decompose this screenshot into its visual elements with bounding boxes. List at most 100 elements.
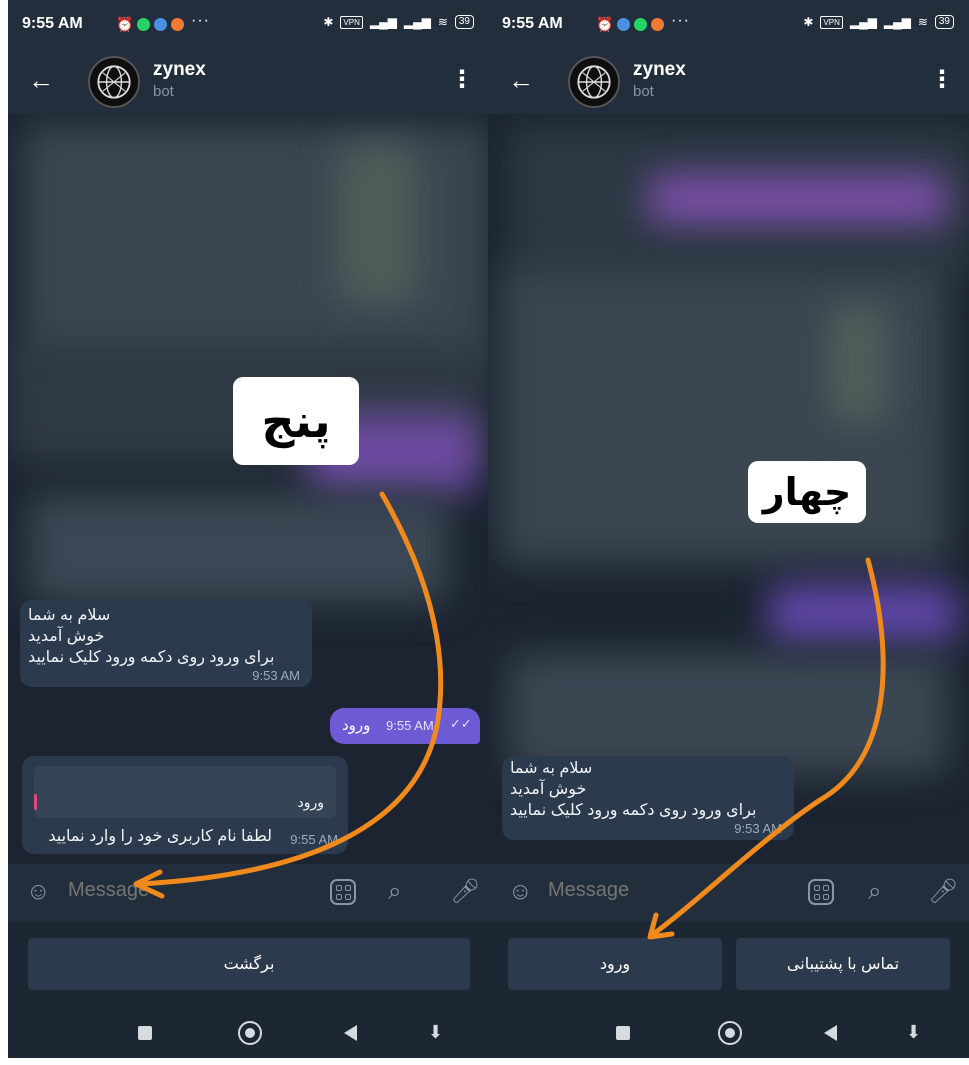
app-icon — [154, 18, 168, 31]
blurred-content — [648, 174, 948, 224]
quoted-reply[interactable]: ورود — [34, 766, 336, 818]
signal-icon: ▂▄▆ — [369, 15, 397, 29]
quote-accent-bar — [34, 794, 37, 810]
chat-header: ← zynex bot ⋮ — [8, 50, 490, 114]
bot-keyboard: ورود تماس با پشتیبانی — [488, 922, 969, 1008]
message-time: 9:53 AM — [252, 668, 300, 683]
message-input[interactable] — [548, 879, 778, 902]
bot-keyboard-icon[interactable] — [808, 879, 834, 905]
status-bar: 9:55 AM ⏰ ··· ✱ VPN ▂▄▆ ▂▄▆ ≋ 39 — [8, 0, 490, 50]
chat-header: ← zynex bot ⋮ — [488, 50, 969, 114]
keyboard-button-back[interactable]: برگشت — [28, 938, 470, 990]
kebab-menu-icon[interactable]: ⋮ — [930, 66, 954, 94]
nav-back-icon[interactable] — [344, 1025, 357, 1041]
keyboard-button-label: ورود — [599, 956, 631, 973]
annotation-label-text: پنج — [261, 394, 331, 448]
bluetooth-icon: ✱ — [803, 15, 814, 29]
more-notifications-icon: ··· — [671, 12, 690, 29]
status-time: 9:55 AM — [22, 15, 83, 32]
emoji-icon[interactable]: ☺ — [26, 878, 51, 906]
battery-icon: 39 — [934, 15, 954, 29]
status-time: 9:55 AM — [502, 15, 563, 32]
keyboard-button-support[interactable]: تماس با پشتیبانی — [736, 938, 950, 990]
app-icon — [171, 18, 185, 31]
wifi-icon: ≋ — [437, 15, 448, 29]
keyboard-button-label: تماس با پشتیبانی — [786, 956, 900, 973]
phone-screen-right: 9:55 AM ⏰ ··· ✱ VPN ▂▄▆ ▂▄▆ ≋ 39 ← zynex… — [488, 0, 969, 1058]
blurred-content — [338, 144, 418, 304]
home-icon[interactable] — [718, 1021, 742, 1045]
message-text: ورود — [342, 717, 371, 734]
emoji-icon[interactable]: ☺ — [508, 878, 533, 906]
whatsapp-icon — [137, 18, 151, 31]
signal-icon: ▂▄▆ — [849, 15, 877, 29]
recents-icon[interactable] — [616, 1026, 630, 1040]
system-icons: ✱ VPN ▂▄▆ ▂▄▆ ≋ 39 — [323, 15, 474, 29]
nav-back-icon[interactable] — [824, 1025, 837, 1041]
assistant-icon[interactable]: ⬇︎ — [428, 1022, 443, 1042]
whatsapp-icon — [634, 18, 648, 31]
blurred-content — [22, 124, 490, 374]
notification-icons: ⏰ — [116, 16, 185, 33]
message-time: 9:55 AM — [290, 832, 338, 847]
system-nav-bar: ⬇︎ — [8, 1008, 490, 1058]
home-icon[interactable] — [238, 1021, 262, 1045]
welcome-message-bubble[interactable]: سلام به شما خوش آمدید برای ورود روی دکمه… — [502, 756, 794, 840]
signal-icon: ▂▄▆ — [403, 15, 431, 29]
message-text: برای ورود روی دکمه ورود کلیک نمایید — [28, 649, 275, 666]
message-time: 9:55 AM — [386, 718, 434, 733]
message-text: لطفا نام کاربری خود را وارد نمایید — [48, 828, 272, 845]
reply-message-bubble[interactable]: ورود لطفا نام کاربری خود را وارد نمایید … — [22, 756, 348, 854]
keyboard-button-label: برگشت — [223, 956, 275, 973]
attach-icon[interactable]: ⌕ — [388, 878, 401, 906]
chat-subtitle: bot — [153, 83, 174, 100]
blurred-content — [828, 304, 888, 424]
annotation-label-text: چهار — [762, 470, 852, 514]
phone-screen-left: 9:55 AM ⏰ ··· ✱ VPN ▂▄▆ ▂▄▆ ≋ 39 ← zynex… — [8, 0, 490, 1058]
double-check-icon: ✓✓ — [450, 716, 472, 731]
message-text: برای ورود روی دکمه ورود کلیک نمایید — [510, 802, 757, 819]
message-list[interactable]: پنج سلام به شما خوش آمدید برای ورود روی … — [8, 114, 490, 864]
message-text: خوش آمدید — [510, 781, 587, 798]
back-arrow-icon[interactable]: ← — [28, 66, 54, 94]
avatar[interactable] — [568, 56, 620, 108]
bot-keyboard-icon[interactable] — [330, 879, 356, 905]
assistant-icon[interactable]: ⬇︎ — [906, 1022, 921, 1042]
back-arrow-icon[interactable]: ← — [508, 66, 534, 94]
signal-icon: ▂▄▆ — [883, 15, 911, 29]
welcome-message-bubble[interactable]: سلام به شما خوش آمدید برای ورود روی دکمه… — [20, 600, 312, 687]
mic-icon[interactable]: 🎤︎ — [928, 878, 958, 906]
message-text: سلام به شما — [510, 760, 593, 777]
avatar[interactable] — [88, 56, 140, 108]
message-time: 9:53 AM — [734, 821, 782, 836]
chat-title[interactable]: zynex — [633, 59, 686, 81]
notification-icons: ⏰ — [596, 16, 665, 33]
blurred-content — [28, 494, 448, 604]
blurred-content — [768, 584, 958, 644]
message-composer: ☺ ⌕ 🎤︎ — [8, 864, 490, 922]
message-list[interactable]: چهار سلام به شما خوش آمدید برای ورود روی… — [488, 114, 969, 864]
recents-icon[interactable] — [138, 1026, 152, 1040]
status-bar: 9:55 AM ⏰ ··· ✱ VPN ▂▄▆ ▂▄▆ ≋ 39 — [488, 0, 969, 50]
attach-icon[interactable]: ⌕ — [868, 878, 881, 906]
annotation-label: پنج — [233, 377, 359, 465]
alarm-icon: ⏰ — [596, 16, 614, 32]
annotation-label: چهار — [748, 461, 866, 523]
message-composer: ☺ ⌕ 🎤︎ — [488, 864, 969, 922]
message-input[interactable] — [68, 879, 298, 902]
battery-icon: 39 — [454, 15, 474, 29]
sent-message-bubble[interactable]: ورود 9:55 AM ✓✓ — [330, 708, 480, 744]
mic-icon[interactable]: 🎤︎ — [450, 878, 480, 906]
bot-keyboard: برگشت — [8, 922, 490, 1008]
chat-title[interactable]: zynex — [153, 59, 206, 81]
vpn-icon: VPN — [820, 15, 843, 29]
kebab-menu-icon[interactable]: ⋮ — [450, 66, 474, 94]
message-text: سلام به شما — [28, 607, 111, 624]
bluetooth-icon: ✱ — [323, 15, 334, 29]
system-icons: ✱ VPN ▂▄▆ ▂▄▆ ≋ 39 — [803, 15, 954, 29]
vpn-icon: VPN — [340, 15, 363, 29]
app-icon — [651, 18, 665, 31]
keyboard-button-login[interactable]: ورود — [508, 938, 722, 990]
chat-subtitle: bot — [633, 83, 654, 100]
more-notifications-icon: ··· — [191, 12, 210, 29]
